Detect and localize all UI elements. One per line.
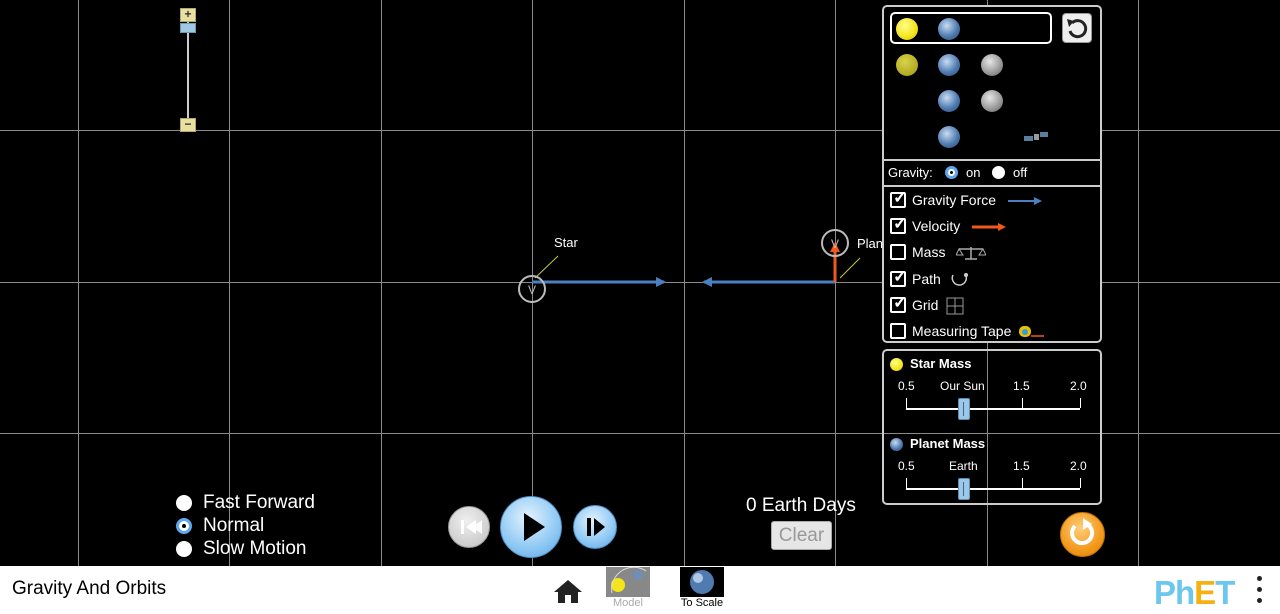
play-area: + − V V Star Planet Fast Forward Normal (0, 0, 1280, 566)
planet-mass-title: Planet Mass (910, 436, 986, 451)
velocity-checkbox[interactable] (890, 214, 907, 234)
reset-scene-button[interactable] (1062, 13, 1092, 43)
path-icon (951, 273, 968, 286)
grid-checkbox[interactable] (890, 293, 907, 313)
scale-icon (956, 247, 986, 260)
option-grid[interactable]: Grid (890, 293, 1090, 316)
play-button[interactable] (500, 496, 562, 558)
option-velocity[interactable]: Velocity (890, 214, 1090, 237)
star-label: Star (554, 235, 578, 250)
star-mass-thumb[interactable] (958, 398, 970, 420)
svg-text:V: V (831, 237, 839, 251)
satellite-icon (1024, 132, 1048, 141)
option-mass[interactable]: Mass (890, 243, 1090, 263)
play-icon (524, 513, 545, 541)
reset-all-button[interactable] (1060, 512, 1105, 557)
option-gravity-force[interactable]: Gravity Force (890, 188, 1090, 211)
svg-text:V: V (528, 283, 536, 297)
sun-icon (896, 18, 918, 40)
gravity-off-radio[interactable] (992, 166, 1005, 179)
planet-label-leader (839, 257, 861, 279)
home-icon[interactable] (553, 578, 583, 604)
option-measuring-tape[interactable]: Measuring Tape (890, 322, 1090, 342)
more-options-icon[interactable] (1254, 576, 1264, 606)
planet-mass-thumb[interactable] (958, 478, 970, 500)
earth-icon (938, 18, 960, 40)
step-forward-button[interactable] (573, 505, 617, 549)
mass-panel: Star Mass 0.5 Our Sun 1.5 2.0 Planet Mas… (882, 349, 1102, 505)
gravity-off-label: off (1013, 165, 1028, 180)
scene-earth-moon-2[interactable] (938, 90, 960, 112)
moon-icon (981, 54, 1003, 76)
measuring-tape-checkbox[interactable] (890, 323, 906, 339)
gravity-on-radio[interactable] (945, 166, 958, 179)
orange-arrow-icon (972, 223, 1006, 231)
option-path[interactable]: Path (890, 267, 1090, 290)
gravity-on-label: on (966, 165, 981, 180)
gravity-label: Gravity: (888, 165, 933, 180)
radio-slow-motion[interactable] (176, 541, 192, 557)
moon-icon (981, 90, 1003, 112)
rewind-icon (461, 520, 482, 534)
path-checkbox[interactable] (890, 267, 907, 287)
tape-icon (1019, 326, 1044, 337)
star-label-leader (534, 255, 559, 279)
scene-earth-satellite[interactable] (938, 126, 960, 148)
scene-selector (884, 7, 1100, 161)
blue-arrow-icon (1008, 197, 1042, 205)
star-mass-icon (890, 358, 903, 371)
gravity-force-checkbox[interactable] (890, 188, 907, 208)
scene-earth-moon-1[interactable] (938, 54, 960, 76)
rewind-button[interactable] (448, 506, 490, 548)
navigation-bar: Gravity And Orbits Model To Scale PhET (0, 566, 1280, 614)
elapsed-time-display: 0 Earth Days (746, 495, 856, 516)
radio-normal[interactable] (176, 518, 192, 534)
screen-to-scale-label: To Scale (680, 597, 724, 609)
radio-fast-forward[interactable] (176, 495, 192, 511)
clear-button[interactable]: Clear (771, 521, 832, 550)
reset-all-icon (1070, 518, 1095, 546)
app-title: Gravity And Orbits (12, 578, 167, 599)
slider-track (906, 488, 1080, 490)
model-screen-icon (606, 567, 650, 597)
control-panel: Gravity: on off Gravity Force Velocity M… (882, 5, 1102, 343)
mass-checkbox[interactable] (890, 244, 906, 260)
grid-icon (946, 297, 964, 315)
planet-mass-icon (890, 438, 903, 451)
step-forward-icon (587, 518, 605, 536)
undo-icon (1067, 19, 1088, 39)
gravity-toggle: Gravity: on off (884, 159, 1100, 187)
to-scale-screen-icon (680, 567, 724, 597)
phet-logo[interactable]: PhET (1154, 574, 1235, 612)
screen-model-label: Model (613, 597, 643, 609)
scene-star-planet-moon[interactable] (896, 54, 918, 76)
planet-label: Planet (857, 236, 882, 251)
star-mass-title: Star Mass (910, 356, 972, 371)
slider-track (906, 408, 1080, 410)
